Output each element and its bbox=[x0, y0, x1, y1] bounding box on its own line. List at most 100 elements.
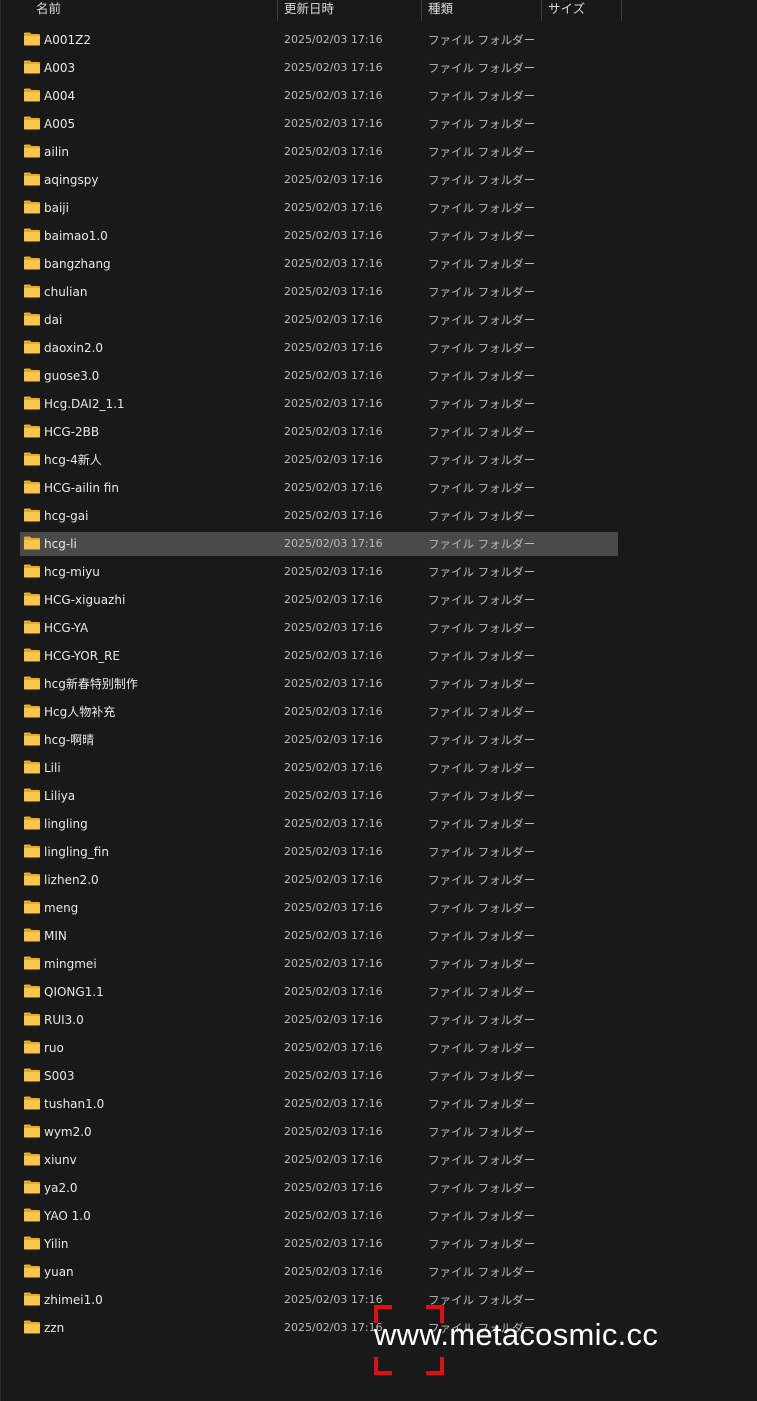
file-modified: 2025/02/03 17:16 bbox=[284, 1321, 383, 1334]
column-divider[interactable] bbox=[621, 0, 622, 21]
folder-icon bbox=[24, 452, 40, 466]
file-row[interactable]: chulian 2025/02/03 17:16 ファイル フォルダー bbox=[20, 280, 618, 304]
file-row[interactable]: lingling 2025/02/03 17:16 ファイル フォルダー bbox=[20, 812, 618, 836]
file-type: ファイル フォルダー bbox=[428, 369, 536, 383]
file-row[interactable]: A005 2025/02/03 17:16 ファイル フォルダー bbox=[20, 112, 618, 136]
file-row[interactable]: HCG-YOR_RE 2025/02/03 17:16 ファイル フォルダー bbox=[20, 644, 618, 668]
folder-icon bbox=[24, 704, 40, 718]
watermark-bracket bbox=[426, 1357, 444, 1375]
file-row[interactable]: guose3.0 2025/02/03 17:16 ファイル フォルダー bbox=[20, 364, 618, 388]
file-row[interactable]: lizhen2.0 2025/02/03 17:16 ファイル フォルダー bbox=[20, 868, 618, 892]
file-type: ファイル フォルダー bbox=[428, 453, 536, 467]
folder-icon bbox=[24, 564, 40, 578]
file-row[interactable]: HCG-ailin fin 2025/02/03 17:16 ファイル フォルダー bbox=[20, 476, 618, 500]
file-name: bangzhang bbox=[44, 257, 111, 271]
file-row[interactable]: HCG-YA 2025/02/03 17:16 ファイル フォルダー bbox=[20, 616, 618, 640]
file-modified: 2025/02/03 17:16 bbox=[284, 733, 383, 746]
file-row[interactable]: RUI3.0 2025/02/03 17:16 ファイル フォルダー bbox=[20, 1008, 618, 1032]
file-row[interactable]: baiji 2025/02/03 17:16 ファイル フォルダー bbox=[20, 196, 618, 220]
file-row[interactable]: yuan 2025/02/03 17:16 ファイル フォルダー bbox=[20, 1260, 618, 1284]
folder-icon bbox=[24, 844, 40, 858]
file-row[interactable]: hcg-miyu 2025/02/03 17:16 ファイル フォルダー bbox=[20, 560, 618, 584]
file-row[interactable]: QIONG1.1 2025/02/03 17:16 ファイル フォルダー bbox=[20, 980, 618, 1004]
folder-icon bbox=[24, 1124, 40, 1138]
file-row[interactable]: A001Z2 2025/02/03 17:16 ファイル フォルダー bbox=[20, 28, 618, 52]
file-row[interactable]: YAO 1.0 2025/02/03 17:16 ファイル フォルダー bbox=[20, 1204, 618, 1228]
file-row[interactable]: lingling_fin 2025/02/03 17:16 ファイル フォルダー bbox=[20, 840, 618, 864]
folder-icon bbox=[24, 88, 40, 102]
file-row[interactable]: Hcg.DAI2_1.1 2025/02/03 17:16 ファイル フォルダー bbox=[20, 392, 618, 416]
file-row[interactable]: ailin 2025/02/03 17:16 ファイル フォルダー bbox=[20, 140, 618, 164]
file-row[interactable]: dai 2025/02/03 17:16 ファイル フォルダー bbox=[20, 308, 618, 332]
folder-icon bbox=[24, 872, 40, 886]
file-row[interactable]: Yilin 2025/02/03 17:16 ファイル フォルダー bbox=[20, 1232, 618, 1256]
file-row[interactable]: baimao1.0 2025/02/03 17:16 ファイル フォルダー bbox=[20, 224, 618, 248]
file-modified: 2025/02/03 17:16 bbox=[284, 117, 383, 130]
file-name: hcg-啊晴 bbox=[44, 733, 95, 747]
file-modified: 2025/02/03 17:16 bbox=[284, 1237, 383, 1250]
file-row[interactable]: meng 2025/02/03 17:16 ファイル フォルダー bbox=[20, 896, 618, 920]
file-name: ruo bbox=[44, 1041, 64, 1055]
file-row[interactable]: hcg-4新人 2025/02/03 17:16 ファイル フォルダー bbox=[20, 448, 618, 472]
file-row[interactable]: A004 2025/02/03 17:16 ファイル フォルダー bbox=[20, 84, 618, 108]
file-row[interactable]: ya2.0 2025/02/03 17:16 ファイル フォルダー bbox=[20, 1176, 618, 1200]
file-type: ファイル フォルダー bbox=[428, 817, 536, 831]
folder-icon bbox=[24, 312, 40, 326]
file-type: ファイル フォルダー bbox=[428, 537, 536, 551]
column-header-type[interactable]: 種類 bbox=[428, 0, 540, 21]
folder-icon bbox=[24, 1068, 40, 1082]
file-name: A004 bbox=[44, 89, 76, 103]
column-header-size[interactable]: サイズ bbox=[548, 0, 620, 21]
file-row[interactable]: Lili 2025/02/03 17:16 ファイル フォルダー bbox=[20, 756, 618, 780]
file-row[interactable]: tushan1.0 2025/02/03 17:16 ファイル フォルダー bbox=[20, 1092, 618, 1116]
file-row[interactable]: daoxin2.0 2025/02/03 17:16 ファイル フォルダー bbox=[20, 336, 618, 360]
column-header-modified[interactable]: 更新日時 bbox=[284, 0, 420, 21]
file-row[interactable]: Hcg人物补充 2025/02/03 17:16 ファイル フォルダー bbox=[20, 700, 618, 724]
file-modified: 2025/02/03 17:16 bbox=[284, 1125, 383, 1138]
file-row[interactable]: HCG-2BB 2025/02/03 17:16 ファイル フォルダー bbox=[20, 420, 618, 444]
file-row[interactable]: A003 2025/02/03 17:16 ファイル フォルダー bbox=[20, 56, 618, 80]
column-header-name[interactable]: 名前 bbox=[36, 0, 276, 21]
file-name: HCG-2BB bbox=[44, 425, 100, 439]
file-row[interactable]: bangzhang 2025/02/03 17:16 ファイル フォルダー bbox=[20, 252, 618, 276]
file-row[interactable]: hcg-gai 2025/02/03 17:16 ファイル フォルダー bbox=[20, 504, 618, 528]
file-type: ファイル フォルダー bbox=[428, 957, 536, 971]
file-modified: 2025/02/03 17:16 bbox=[284, 89, 383, 102]
file-row[interactable]: mingmei 2025/02/03 17:16 ファイル フォルダー bbox=[20, 952, 618, 976]
file-modified: 2025/02/03 17:16 bbox=[284, 173, 383, 186]
file-name: chulian bbox=[44, 285, 88, 299]
file-row[interactable]: xiunv 2025/02/03 17:16 ファイル フォルダー bbox=[20, 1148, 618, 1172]
file-modified: 2025/02/03 17:16 bbox=[284, 1069, 383, 1082]
file-row[interactable]: hcg-啊晴 2025/02/03 17:16 ファイル フォルダー bbox=[20, 728, 618, 752]
file-row[interactable]: hcg-li 2025/02/03 17:16 ファイル フォルダー bbox=[20, 532, 618, 556]
file-type: ファイル フォルダー bbox=[428, 677, 536, 691]
file-row[interactable]: HCG-xiguazhi 2025/02/03 17:16 ファイル フォルダー bbox=[20, 588, 618, 612]
folder-icon bbox=[24, 816, 40, 830]
folder-icon bbox=[24, 396, 40, 410]
file-row[interactable]: ruo 2025/02/03 17:16 ファイル フォルダー bbox=[20, 1036, 618, 1060]
file-row[interactable]: S003 2025/02/03 17:16 ファイル フォルダー bbox=[20, 1064, 618, 1088]
folder-icon bbox=[24, 956, 40, 970]
file-row[interactable]: wym2.0 2025/02/03 17:16 ファイル フォルダー bbox=[20, 1120, 618, 1144]
folder-icon bbox=[24, 172, 40, 186]
column-divider[interactable] bbox=[277, 0, 278, 21]
file-row[interactable]: hcg新春特别制作 2025/02/03 17:16 ファイル フォルダー bbox=[20, 672, 618, 696]
file-type: ファイル フォルダー bbox=[428, 1265, 536, 1279]
file-type: ファイル フォルダー bbox=[428, 285, 536, 299]
file-type: ファイル フォルダー bbox=[428, 1013, 536, 1027]
column-divider[interactable] bbox=[541, 0, 542, 21]
file-row[interactable]: MIN 2025/02/03 17:16 ファイル フォルダー bbox=[20, 924, 618, 948]
file-row[interactable]: aqingspy 2025/02/03 17:16 ファイル フォルダー bbox=[20, 168, 618, 192]
file-modified: 2025/02/03 17:16 bbox=[284, 565, 383, 578]
file-type: ファイル フォルダー bbox=[428, 313, 536, 327]
file-type: ファイル フォルダー bbox=[428, 761, 536, 775]
file-modified: 2025/02/03 17:16 bbox=[284, 397, 383, 410]
file-name: hcg-4新人 bbox=[44, 453, 102, 467]
column-divider[interactable] bbox=[421, 0, 422, 21]
file-type: ファイル フォルダー bbox=[428, 1041, 536, 1055]
file-name: YAO 1.0 bbox=[44, 1209, 91, 1223]
folder-icon bbox=[24, 928, 40, 942]
file-name: hcg-gai bbox=[44, 509, 89, 523]
file-modified: 2025/02/03 17:16 bbox=[284, 1041, 383, 1054]
file-row[interactable]: Liliya 2025/02/03 17:16 ファイル フォルダー bbox=[20, 784, 618, 808]
